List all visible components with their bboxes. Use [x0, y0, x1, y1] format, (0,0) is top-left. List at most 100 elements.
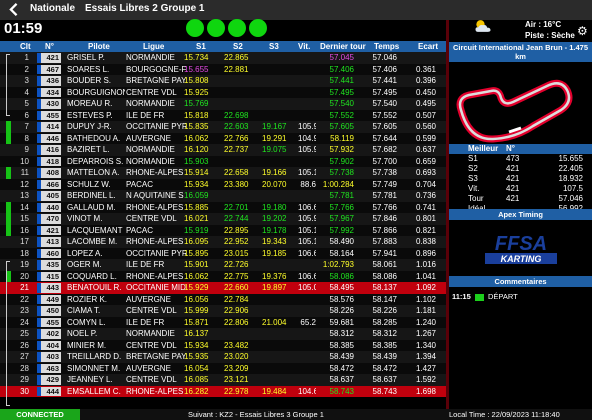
kart-number: 460 — [37, 248, 61, 258]
col-vit[interactable]: Vit. — [298, 41, 310, 52]
table-row[interactable]: 444 30 EMSALLEM C. RHONE-ALPES 16.282 22.978 1… — [0, 385, 446, 397]
back-arrow-icon[interactable] — [7, 3, 18, 16]
sector-2: 22.906 — [224, 306, 249, 315]
best-time: 57.406 — [372, 64, 397, 74]
league: OCCITANIE PYRENEES MEDITERRANEE — [126, 122, 186, 131]
position: 6 — [24, 110, 29, 120]
best-value: 57.046 — [558, 194, 583, 203]
position: 20 — [20, 271, 29, 281]
position: 28 — [20, 363, 29, 373]
best-time: 57.495 — [372, 87, 397, 97]
pilot-name: COQUARD L. — [67, 271, 117, 281]
table-row[interactable]: 449 22 ROZIER K. AUVERGNE 16.056 22.784 58.576… — [0, 293, 446, 305]
table-row[interactable]: 443 21 BENATOUIL R. OCCITANIE MIDI PYRENEES… — [0, 282, 446, 294]
league: NORMANDIE — [126, 53, 175, 62]
table-row[interactable]: 408 11 MATTELON A. RHONE-ALPES 15.914 22.658 1… — [0, 167, 446, 179]
col-s1[interactable]: S1 — [196, 41, 206, 52]
col-dernier[interactable]: Dernier tour — [320, 41, 366, 52]
table-row[interactable]: 460 18 LOPEZ A. OCCITANIE PYRENEES MEDITERR… — [0, 247, 446, 259]
position: 26 — [20, 340, 29, 350]
table-row[interactable]: 467 2 SOARES L. BOURGOGNE-FRANCHE-COMTE15.6… — [0, 63, 446, 75]
table-row[interactable]: 455 6 ESTEVES P. ILE DE FR 15.818 22.698 57.55… — [0, 109, 446, 121]
gap: 0.659 — [415, 156, 436, 166]
kart-number: 440 — [37, 202, 61, 212]
table-row[interactable]: 436 3 BOUDER S. BRETAGNE PAYS DE LA LOIRE15… — [0, 75, 446, 87]
green-flag-icon — [474, 293, 484, 301]
col-ecart[interactable]: Ecart — [418, 41, 438, 52]
pilot-name: DUPUY J-R. — [67, 122, 112, 131]
session-title: Essais Libres 2 Groupe 1 — [85, 3, 205, 14]
table-row[interactable]: 463 28 SIMONNET M. AUVERGNE 16.054 23.209 58.4… — [0, 362, 446, 374]
pilot-name: GALLAUD M. — [67, 202, 116, 212]
gap: 0.741 — [415, 202, 436, 212]
sector-3: 21.004 — [262, 317, 287, 327]
pilot-name: COMYN L. — [67, 317, 106, 327]
table-row[interactable]: 421 16 LACQUEMANT P. PACAC 15.919 22.895 19.17… — [0, 224, 446, 236]
sector-1: 15.925 — [184, 87, 209, 97]
table-row[interactable]: 446 8 BATHEDOU A. AUVERGNE 16.062 22.766 19.29… — [0, 132, 446, 144]
table-row[interactable]: 450 23 CIAMA T. CENTRE VDL 15.999 22.906 58.22… — [0, 305, 446, 317]
table-row[interactable]: 413 17 LACOMBE M. RHONE-ALPES 16.095 22.952 19… — [0, 236, 446, 248]
table-row[interactable]: 430 5 MOREAU R. NORMANDIE 15.769 57.540 57.540… — [0, 98, 446, 110]
gap: 0.736 — [415, 191, 436, 200]
table-row[interactable]: 470 15 VINOT M. CENTRE VDL 16.021 22.744 19.20… — [0, 213, 446, 225]
col-pilote[interactable]: Pilote — [88, 41, 110, 52]
table-row[interactable]: 415 20 COQUARD L. RHONE-ALPES 16.062 22.775 19… — [0, 270, 446, 282]
table-row[interactable]: 416 9 BAZIRET L. NORMANDIE 16.120 22.737 19.07… — [0, 144, 446, 156]
sector-1: 16.062 — [184, 133, 209, 143]
league: RHONE-ALPES — [126, 202, 184, 212]
position: 21 — [20, 283, 29, 292]
col-ligue[interactable]: Ligue — [143, 41, 164, 52]
league: CENTRE VDL — [126, 340, 177, 350]
best-time: 57.883 — [372, 237, 397, 246]
col-num[interactable]: N° — [45, 41, 54, 52]
speed: 106.6 — [298, 248, 316, 258]
table-row[interactable]: 466 12 SCHULZ W. PACAC 15.934 23.380 20.070 88.… — [0, 178, 446, 190]
apex-timing-header: Apex Timing — [449, 209, 592, 220]
table-row[interactable]: 440 14 GALLAUD M. RHONE-ALPES 15.885 22.701 19… — [0, 201, 446, 213]
table-row[interactable]: 414 7 DUPUY J-R. OCCITANIE PYRENEES MEDITER… — [0, 121, 446, 133]
table-row[interactable]: 421 1 GRISEL P. NORMANDIE 15.734 22.865 57.045… — [0, 52, 446, 64]
last-lap: 57.495 — [329, 87, 354, 97]
col-pos[interactable]: Clt — [20, 41, 31, 52]
kart-number: 415 — [37, 271, 61, 281]
sector-2: 22.952 — [224, 237, 249, 246]
local-time: Local Time : 22/09/2023 11:18:40 — [449, 410, 560, 419]
last-lap: 58.472 — [329, 363, 354, 373]
pilot-name: JEANNEY L. — [67, 375, 113, 384]
last-lap: 58.312 — [329, 329, 354, 338]
last-lap: 57.766 — [329, 202, 354, 212]
sector-1: 16.062 — [184, 271, 209, 281]
gap: 1.394 — [415, 352, 436, 361]
col-s3[interactable]: S3 — [269, 41, 279, 52]
gap: 0.801 — [415, 214, 436, 223]
comment-time: 11:15 — [452, 292, 471, 301]
comment-text: DÉPART — [487, 292, 518, 301]
gear-icon[interactable]: ⚙ — [577, 24, 588, 38]
table-row[interactable]: 404 26 MINIER M. CENTRE VDL 15.934 23.482 58.3… — [0, 339, 446, 351]
table-row[interactable]: 455 24 COMYN L. ILE DE FR 15.871 22.806 21.004… — [0, 316, 446, 328]
col-s2[interactable]: S2 — [233, 41, 243, 52]
table-row[interactable]: 434 4 BOURGUIGNON E.CENTRE VDL 15.925 57.495… — [0, 86, 446, 98]
best-time: 57.700 — [372, 156, 397, 166]
table-row[interactable]: 402 25 NOEL P. NORMANDIE 16.137 58.312 58.312 1… — [0, 328, 446, 340]
best-time: 57.749 — [372, 179, 397, 189]
table-row[interactable]: 403 27 TREILLARD D. BRETAGNE PAYS DE LA LOI… — [0, 351, 446, 363]
table-row[interactable]: 435 19 OGER M. ILE DE FR 15.901 22.726 1:02.79… — [0, 259, 446, 271]
pilot-name: TREILLARD D. — [67, 352, 122, 361]
last-lap: 58.086 — [329, 271, 354, 281]
table-row[interactable]: 405 13 BERDINEL L. N AQUITAINE S 16.059 57.78… — [0, 190, 446, 202]
col-temps[interactable]: Temps — [374, 41, 399, 52]
improvement-marker — [6, 213, 11, 225]
sector-2: 22.660 — [224, 283, 249, 292]
table-row[interactable]: 418 10 DEPARROIS S. NORMANDIE 15.903 57.902 57… — [0, 155, 446, 167]
gap: 0.495 — [415, 99, 436, 108]
position: 12 — [20, 179, 29, 189]
sector-3: 19.185 — [262, 248, 287, 258]
pilot-name: MOREAU R. — [67, 99, 113, 108]
kart-number: 403 — [37, 352, 61, 362]
sector-2: 22.744 — [224, 214, 249, 223]
position: 4 — [24, 87, 29, 97]
table-row[interactable]: 429 29 JEANNEY L. CENTRE VDL 16.085 23.121 58.… — [0, 374, 446, 386]
best-value: 18.932 — [558, 174, 583, 183]
